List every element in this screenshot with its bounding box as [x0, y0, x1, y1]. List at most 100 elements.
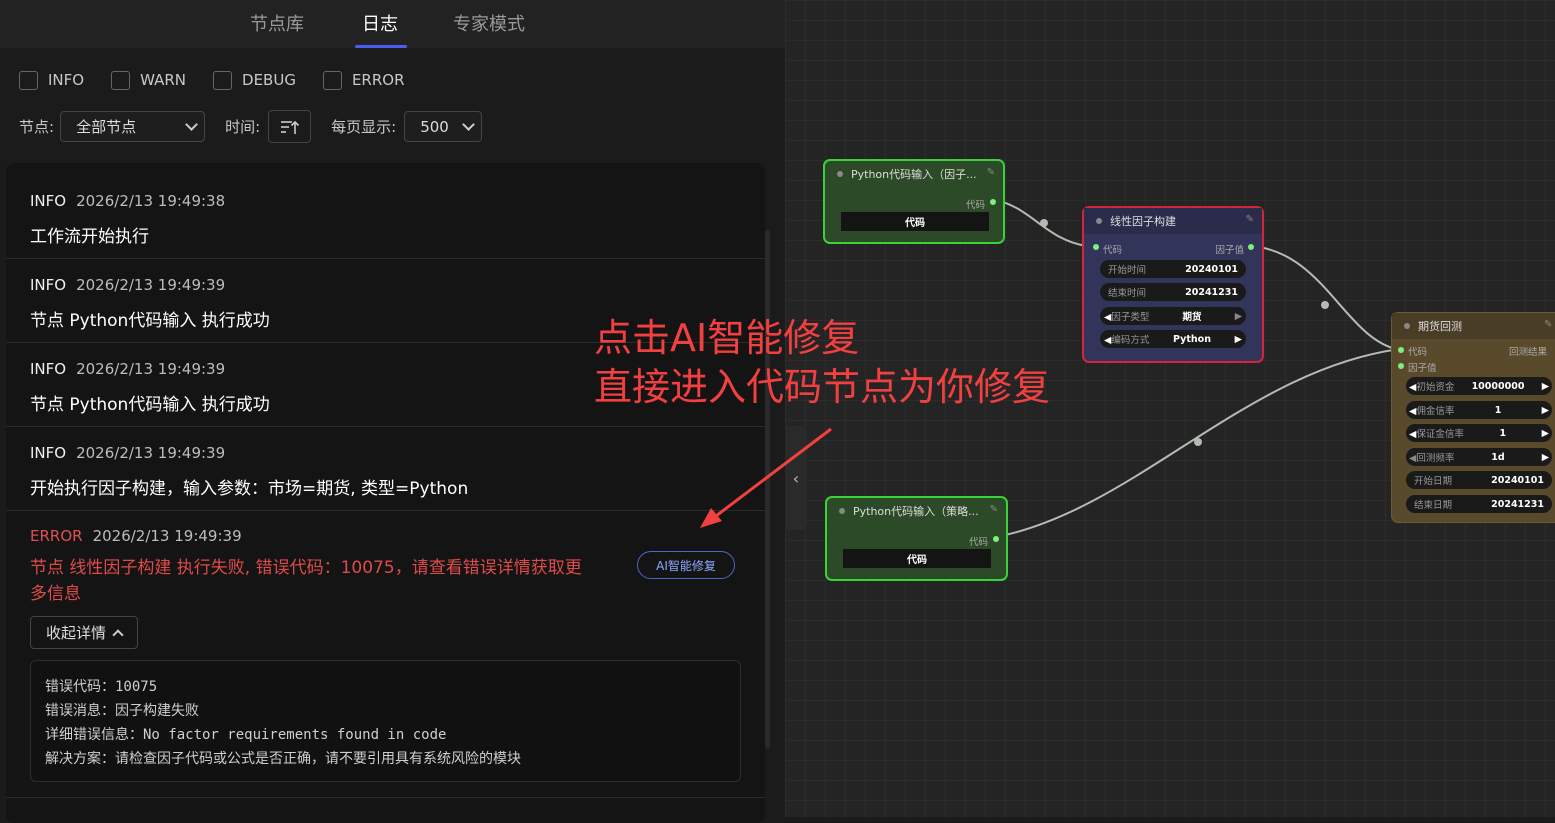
- edit-icon[interactable]: ✎: [1544, 319, 1552, 330]
- log-level: INFO: [30, 444, 67, 462]
- per-page-label: 每页显示:: [331, 118, 397, 136]
- port-label: 因子值: [1408, 363, 1437, 374]
- time-label: 时间:: [225, 118, 261, 136]
- log-message: 节点 Python代码输入 执行成功: [30, 395, 270, 415]
- error-message: 节点 线性因子构建 执行失败, 错误代码：10075，请查看错误详情获取更多信息: [30, 558, 582, 604]
- chevron-down-icon: [185, 118, 198, 131]
- input-port[interactable]: [1398, 363, 1404, 369]
- log-list: INFO 2026/2/13 19:49:38 工作流开始执行 INFO 2026/…: [6, 163, 765, 823]
- chevron-down-icon: [462, 118, 476, 131]
- collapse-details-button[interactable]: 收起详情: [30, 616, 138, 649]
- error-detail-line: 错误消息：因子构建失败: [45, 703, 199, 719]
- node-python-code-input-strategy[interactable]: Python代码输入（策略... ✎ 代码 代码: [825, 496, 1008, 581]
- filter-warn-label: WARN: [140, 71, 187, 89]
- param-encoding[interactable]: ◀编码方式 Python ▶: [1100, 330, 1246, 348]
- edit-icon[interactable]: ✎: [990, 504, 998, 515]
- per-page-select[interactable]: 500: [404, 111, 483, 142]
- collapse-details-label: 收起详情: [45, 624, 106, 642]
- port-label: 代码: [968, 537, 988, 548]
- arrow-right-icon[interactable]: ▶: [1235, 311, 1242, 322]
- param-key: 佣金信率: [1416, 406, 1455, 417]
- port-label: 代码: [965, 200, 985, 211]
- node-futures-backtest[interactable]: 期货回测 ✎ 代码 回测结果 因子值 ◀初始资金 10000000 ▶ ◀佣金信率 1…: [1391, 312, 1555, 523]
- param-value: 1: [1499, 427, 1507, 439]
- arrow-right-icon[interactable]: ▶: [1542, 381, 1549, 392]
- sort-time-button[interactable]: [268, 110, 312, 143]
- port-label: 代码: [1408, 347, 1428, 358]
- port-label: 回测结果: [1509, 347, 1548, 358]
- param-key: 编码方式: [1111, 335, 1150, 346]
- param-initial-capital[interactable]: ◀初始资金 10000000 ▶: [1406, 377, 1552, 395]
- port-label: 代码: [1103, 245, 1123, 256]
- log-scrollbar[interactable]: [765, 230, 770, 748]
- log-toolbar: 节点: 全部节点 时间: 每页显示: 500: [19, 110, 483, 143]
- node-linear-factor-build[interactable]: 线性因子构建 ✎ 代码 因子值 开始时间 20240101 结束时间 2024123…: [1082, 206, 1264, 363]
- param-value: 20241231: [1491, 498, 1544, 510]
- chevron-up-icon: [112, 628, 124, 641]
- node-title: 期货回测: [1418, 320, 1462, 333]
- arrow-right-icon[interactable]: ▶: [1542, 428, 1549, 439]
- param-factor-type[interactable]: ◀因子类型 期货 ▶: [1100, 307, 1246, 325]
- output-port[interactable]: [1248, 244, 1254, 250]
- filter-debug-checkbox[interactable]: DEBUG: [213, 70, 296, 90]
- edit-icon[interactable]: ✎: [987, 167, 995, 178]
- code-field[interactable]: 代码: [843, 549, 991, 568]
- log-time: 2026/2/13 19:49:38: [76, 192, 226, 210]
- param-frequency[interactable]: ◀回测频率 1d ▶: [1406, 448, 1552, 466]
- filter-debug-label: DEBUG: [242, 71, 296, 89]
- node-title: 线性因子构建: [1110, 215, 1176, 228]
- arrow-right-icon[interactable]: ▶: [1542, 452, 1549, 463]
- edit-icon[interactable]: ✎: [1246, 214, 1254, 225]
- error-detail-line: 解决方案：请检查因子代码或公式是否正确，请不要引用具有系统风险的模块: [45, 751, 521, 767]
- node-title: Python代码输入（策略...: [853, 505, 979, 518]
- param-key: 结束日期: [1414, 500, 1453, 511]
- param-key: 保证金信率: [1416, 429, 1464, 440]
- error-detail-line: 详细错误信息：No factor requirements found in c…: [45, 727, 447, 743]
- filter-error-checkbox[interactable]: ERROR: [322, 70, 405, 90]
- param-value: 1: [1494, 404, 1502, 416]
- param-value: 20240101: [1185, 263, 1238, 275]
- param-margin[interactable]: ◀保证金信率 1 ▶: [1406, 424, 1552, 442]
- param-value: 1d: [1491, 451, 1505, 463]
- log-entry: INFO 2026/2/13 19:49:39 开始执行因子构建，输入参数：市场=…: [6, 427, 765, 511]
- param-start-time[interactable]: 开始时间 20240101: [1100, 260, 1246, 278]
- tab-node-library[interactable]: 节点库: [250, 10, 304, 36]
- param-value: 20240101: [1491, 474, 1544, 486]
- annotation-text: 点击AI智能修复 直接进入代码节点为你修复: [594, 314, 1050, 412]
- sidebar-toggle-button[interactable]: ‹: [785, 426, 807, 530]
- tab-logs[interactable]: 日志: [362, 10, 398, 36]
- log-level: ERROR: [30, 527, 83, 545]
- param-end-time[interactable]: 结束时间 20241231: [1100, 283, 1246, 301]
- arrow-right-icon[interactable]: ▶: [1542, 405, 1549, 416]
- node-filter-select[interactable]: 全部节点: [60, 111, 206, 142]
- filter-warn-checkbox[interactable]: WARN: [111, 70, 187, 90]
- log-time: 2026/2/13 19:49:39: [76, 444, 226, 462]
- param-value: 20241231: [1185, 286, 1238, 298]
- tab-expert-mode[interactable]: 专家模式: [453, 10, 525, 36]
- log-time: 2026/2/13 19:49:39: [76, 276, 226, 294]
- node-filter-value: 全部节点: [76, 118, 137, 136]
- filter-info-checkbox[interactable]: INFO: [19, 70, 84, 90]
- param-end-date[interactable]: 结束日期 20241231: [1406, 495, 1552, 513]
- param-key: 回测频率: [1416, 453, 1455, 464]
- port-label: 因子值: [1215, 245, 1244, 256]
- output-port[interactable]: [990, 199, 996, 205]
- param-commission[interactable]: ◀佣金信率 1 ▶: [1406, 401, 1552, 419]
- param-start-date[interactable]: 开始日期 20240101: [1406, 471, 1552, 489]
- ai-fix-button[interactable]: AI智能修复: [637, 551, 735, 579]
- code-field[interactable]: 代码: [841, 212, 989, 231]
- log-message: 节点 Python代码输入 执行成功: [30, 311, 270, 331]
- chevron-left-icon: ‹: [792, 468, 800, 488]
- param-value: 10000000: [1471, 380, 1525, 392]
- per-page-value: 500: [420, 117, 449, 136]
- input-port[interactable]: [1093, 244, 1099, 250]
- input-port[interactable]: [1398, 347, 1404, 353]
- sort-ascending-icon: [280, 120, 299, 134]
- log-level: INFO: [30, 192, 67, 210]
- log-time: 2026/2/13 19:49:39: [76, 360, 226, 378]
- annotation-line: 直接进入代码节点为你修复: [594, 365, 1051, 409]
- node-python-code-input-factor[interactable]: Python代码输入（因子... ✎ 代码 代码: [823, 159, 1005, 244]
- arrow-right-icon[interactable]: ▶: [1235, 334, 1242, 345]
- node-title: Python代码输入（因子...: [851, 168, 977, 181]
- output-port[interactable]: [993, 536, 999, 542]
